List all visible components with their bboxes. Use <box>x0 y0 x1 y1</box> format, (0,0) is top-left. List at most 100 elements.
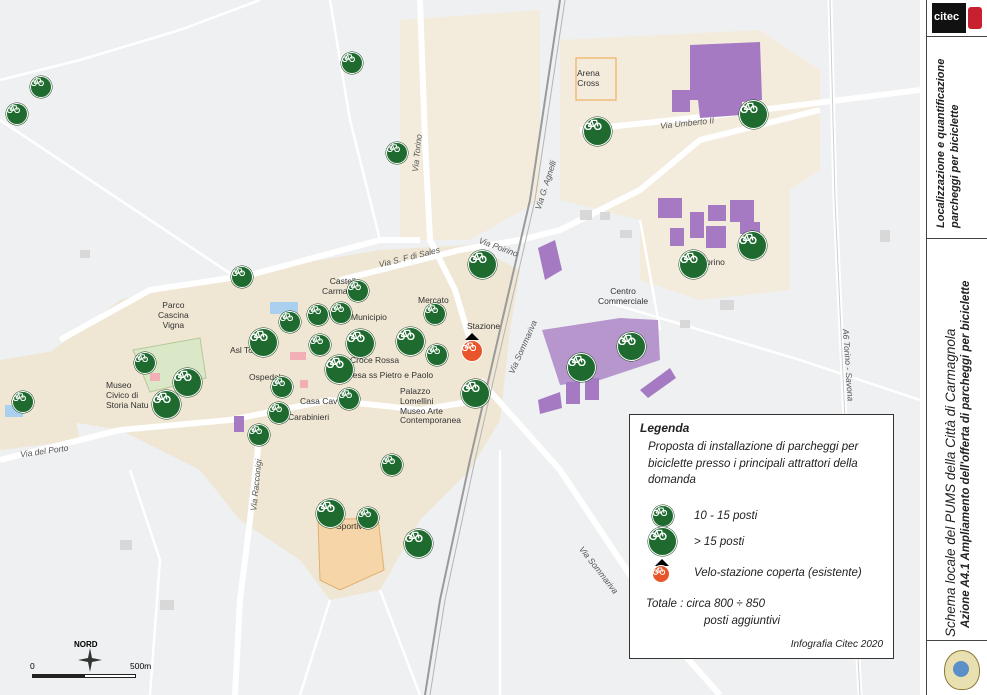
bike-parking-large-marker[interactable] <box>324 354 354 384</box>
bike-parking-small-marker[interactable] <box>386 142 408 164</box>
bike-icon <box>249 330 268 341</box>
label-museo-civico: Museo Civico di Storia Natu <box>106 380 149 410</box>
bike-icon <box>272 378 285 386</box>
citec-logo: citec <box>932 3 984 35</box>
bike-icon <box>358 509 371 517</box>
bike-parking-large-marker[interactable] <box>582 116 612 146</box>
bike-parking-large-marker[interactable] <box>248 327 278 357</box>
bike-parking-small-marker[interactable] <box>357 507 379 529</box>
bike-parking-small-marker[interactable] <box>424 303 446 325</box>
bike-parking-small-marker[interactable] <box>134 352 156 374</box>
bike-parking-small-marker[interactable] <box>330 302 352 324</box>
bike-parking-small-marker[interactable] <box>309 334 331 356</box>
label-arena-cross: Arena Cross <box>577 68 600 88</box>
city-crest-logo <box>944 650 980 690</box>
bike-icon <box>173 370 192 381</box>
label-chiesa: Chiesa ss Pietro e Paolo <box>340 370 434 380</box>
bike-icon <box>316 501 335 512</box>
legend-velo-text: Velo-stazione coperta (esistente) <box>694 567 862 579</box>
bike-icon <box>325 357 344 368</box>
bike-parking-small-marker[interactable] <box>347 280 369 302</box>
velo-station-roof-icon <box>465 333 479 340</box>
scale-end: 500m <box>130 661 152 671</box>
bike-icon <box>342 54 355 62</box>
bike-icon <box>269 404 282 412</box>
label-torino-fragment: orino <box>706 257 725 267</box>
bike-parking-large-marker[interactable] <box>738 99 768 129</box>
sidebar-section-title: Localizzazione e quantificazione parcheg… <box>935 58 961 228</box>
bike-icon <box>404 531 423 542</box>
bike-parking-large-marker[interactable] <box>460 378 490 408</box>
label-carabinieri: Carabinieri <box>288 412 330 422</box>
label-stazione: Stazione <box>467 321 501 331</box>
bike-parking-small-marker[interactable] <box>307 304 329 326</box>
bike-parking-small-marker[interactable] <box>271 376 293 398</box>
velo-station-marker[interactable] <box>461 340 483 362</box>
label-palazzo-lomellini: Palazzo Lomellini Museo Arte Contemporan… <box>400 386 461 426</box>
bike-icon <box>738 233 757 244</box>
legend-large-text: > 15 posti <box>694 535 745 548</box>
label-municipio: Municipio <box>351 312 387 322</box>
bike-parking-small-marker[interactable] <box>279 311 301 333</box>
map-canvas[interactable]: Arena Cross Centro Commerciale Parco Cas… <box>0 0 920 695</box>
bike-icon <box>280 313 293 321</box>
bike-parking-large-marker[interactable] <box>403 528 433 558</box>
bike-parking-small-marker[interactable] <box>268 402 290 424</box>
legend-title: Legenda <box>640 421 690 435</box>
bike-parking-small-marker[interactable] <box>341 52 363 74</box>
legend-row-large: > 15 posti <box>648 527 744 556</box>
bike-parking-large-marker[interactable] <box>566 352 596 382</box>
legend-credit: Infografia Citec 2020 <box>790 639 883 650</box>
bike-parking-small-marker[interactable] <box>381 454 403 476</box>
compass-icon <box>78 648 102 672</box>
bike-icon <box>331 304 344 312</box>
bike-parking-small-marker[interactable] <box>6 103 28 125</box>
large-bike-pin-icon <box>648 527 677 556</box>
bike-icon <box>462 342 476 351</box>
bike-parking-small-marker[interactable] <box>338 388 360 410</box>
scale-bar: NORD 0 500m <box>30 640 170 690</box>
bike-icon <box>232 268 245 276</box>
map-legend: Legenda Proposta di installazione di par… <box>629 414 894 659</box>
legend-row-small: 10 - 15 posti <box>652 505 757 527</box>
bike-icon <box>425 305 438 313</box>
bike-parking-large-marker[interactable] <box>151 389 181 419</box>
small-bike-pin-icon <box>652 505 674 527</box>
bike-parking-large-marker[interactable] <box>616 331 646 361</box>
bike-icon <box>348 282 361 290</box>
bike-parking-large-marker[interactable] <box>172 367 202 397</box>
bike-parking-small-marker[interactable] <box>248 424 270 446</box>
bike-icon <box>308 306 321 314</box>
bike-parking-large-marker[interactable] <box>395 326 425 356</box>
legend-small-text: 10 - 15 posti <box>694 510 758 522</box>
scale-start: 0 <box>30 661 35 671</box>
legend-total: Totale : circa 800 ÷ 850 posti aggiuntiv… <box>646 596 780 629</box>
sidebar-title-main: Schema locale del PUMS della Città di Ca… <box>943 328 958 637</box>
bike-icon <box>387 144 400 152</box>
bike-icon <box>427 346 440 354</box>
bike-parking-large-marker[interactable] <box>467 249 497 279</box>
bike-parking-large-marker[interactable] <box>315 498 345 528</box>
bike-icon <box>152 392 171 403</box>
bike-icon <box>7 105 20 113</box>
bike-icon <box>461 381 480 392</box>
bike-icon <box>310 336 323 344</box>
bike-parking-small-marker[interactable] <box>231 266 253 288</box>
label-parco-cascina-vigna: Parco Cascina Vigna <box>158 300 189 330</box>
bike-parking-small-marker[interactable] <box>426 344 448 366</box>
bike-parking-small-marker[interactable] <box>30 76 52 98</box>
bike-icon <box>339 390 352 398</box>
bike-icon <box>583 119 602 130</box>
bike-parking-large-marker[interactable] <box>678 249 708 279</box>
bike-parking-small-marker[interactable] <box>12 391 34 413</box>
legend-total-line1: Totale : circa 800 ÷ 850 <box>646 598 766 610</box>
bike-parking-large-marker[interactable] <box>345 328 375 358</box>
title-sidebar: citec Localizzazione e quantificazione p… <box>926 0 987 695</box>
bike-icon <box>13 393 26 401</box>
sidebar-title-sub: Azione A4.1 Ampliamento dell'offerta di … <box>960 280 972 628</box>
bike-icon <box>135 354 148 362</box>
bike-icon <box>382 456 395 464</box>
legend-description: Proposta di installazione di parcheggi p… <box>648 441 859 487</box>
bike-icon <box>617 334 636 345</box>
bike-parking-large-marker[interactable] <box>737 230 767 260</box>
